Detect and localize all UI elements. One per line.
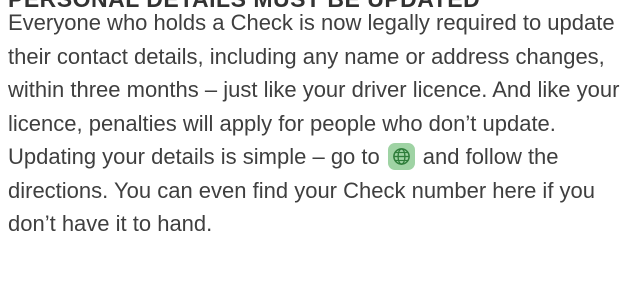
globe-icon[interactable] xyxy=(387,143,415,170)
globe-icon-glyph xyxy=(392,148,410,165)
body-paragraph: Everyone who holds a Check is now legall… xyxy=(8,6,638,241)
